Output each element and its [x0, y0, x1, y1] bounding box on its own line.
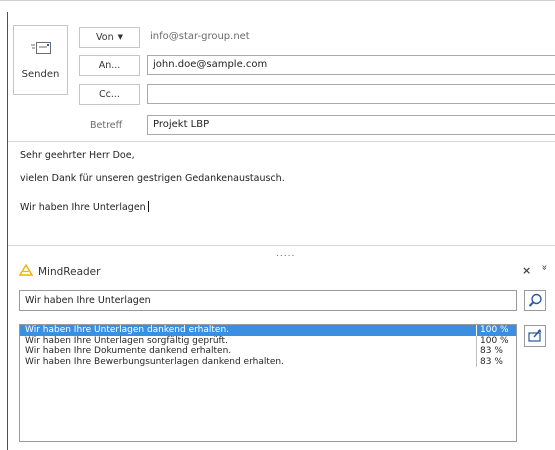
text-cursor — [147, 201, 149, 212]
mindreader-title: MindReader — [19, 264, 100, 278]
top-border — [0, 0, 555, 1]
send-label: Senden — [21, 69, 60, 80]
suggestion-text: Wir haben Ihre Dokumente dankend erhalte… — [25, 346, 232, 356]
insert-button[interactable] — [524, 325, 546, 347]
message-body[interactable]: Sehr geehrter Herr Doe, vielen Dank für … — [8, 141, 555, 246]
insert-text-icon — [525, 326, 545, 346]
close-icon[interactable]: × — [522, 264, 531, 277]
from-address: info@star-group.net — [150, 31, 250, 42]
body-line: vielen Dank für unseren gestrigen Gedank… — [20, 173, 285, 184]
pane-splitter[interactable]: ..... — [276, 250, 295, 259]
suggestion-text: Wir haben Ihre Unterlagen dankend erhalt… — [25, 325, 230, 335]
suggestion-text: Wir haben Ihre Bewerbungsunterlagen dank… — [25, 356, 284, 367]
to-button-label: An... — [98, 60, 121, 71]
suggestion-row[interactable]: Wir haben Ihre Unterlagen sorgfältig gep… — [20, 335, 518, 346]
body-line: Sehr geehrter Herr Doe, — [20, 150, 135, 161]
suggestion-score: 100 % — [476, 325, 518, 336]
subject-field[interactable]: Projekt LBP — [147, 115, 555, 135]
search-button[interactable] — [524, 290, 546, 311]
send-envelope-icon — [31, 41, 53, 55]
cc-field[interactable] — [147, 84, 555, 104]
suggestion-row[interactable]: Wir haben Ihre Unterlagen dankend erhalt… — [20, 325, 516, 336]
collapse-icon[interactable]: » — [539, 264, 550, 270]
send-button[interactable]: Senden — [13, 25, 68, 95]
to-field[interactable]: john.doe@sample.com — [147, 55, 555, 75]
subject-label: Betreff — [90, 120, 123, 131]
cc-button-label: Cc... — [99, 89, 120, 100]
suggestion-list[interactable]: Wir haben Ihre Unterlagen dankend erhalt… — [19, 324, 517, 442]
mindreader-title-text: MindReader — [38, 266, 101, 278]
caret-down-icon: ▼ — [117, 33, 123, 41]
suggestion-row[interactable]: Wir haben Ihre Dokumente dankend erhalte… — [20, 346, 516, 357]
suggestion-score: 83 % — [476, 346, 518, 357]
search-icon — [525, 291, 545, 310]
from-button-label: Von — [96, 32, 114, 43]
cc-button[interactable]: Cc... — [79, 84, 140, 105]
suggestion-score: 100 % — [476, 335, 518, 346]
to-button[interactable]: An... — [79, 55, 140, 76]
suggestion-text: Wir haben Ihre Unterlagen sorgfältig gep… — [25, 335, 228, 346]
from-button[interactable]: Von ▼ — [79, 27, 140, 48]
body-line: Wir haben Ihre Unterlagen — [20, 202, 146, 213]
suggestion-row[interactable]: Wir haben Ihre Bewerbungsunterlagen dank… — [20, 356, 518, 367]
mindreader-search-input[interactable]: Wir haben Ihre Unterlagen — [19, 290, 517, 311]
suggestion-score: 83 % — [476, 356, 518, 367]
body-line-current: Wir haben Ihre Unterlagen — [20, 195, 149, 214]
mindreader-logo-icon — [19, 264, 33, 276]
